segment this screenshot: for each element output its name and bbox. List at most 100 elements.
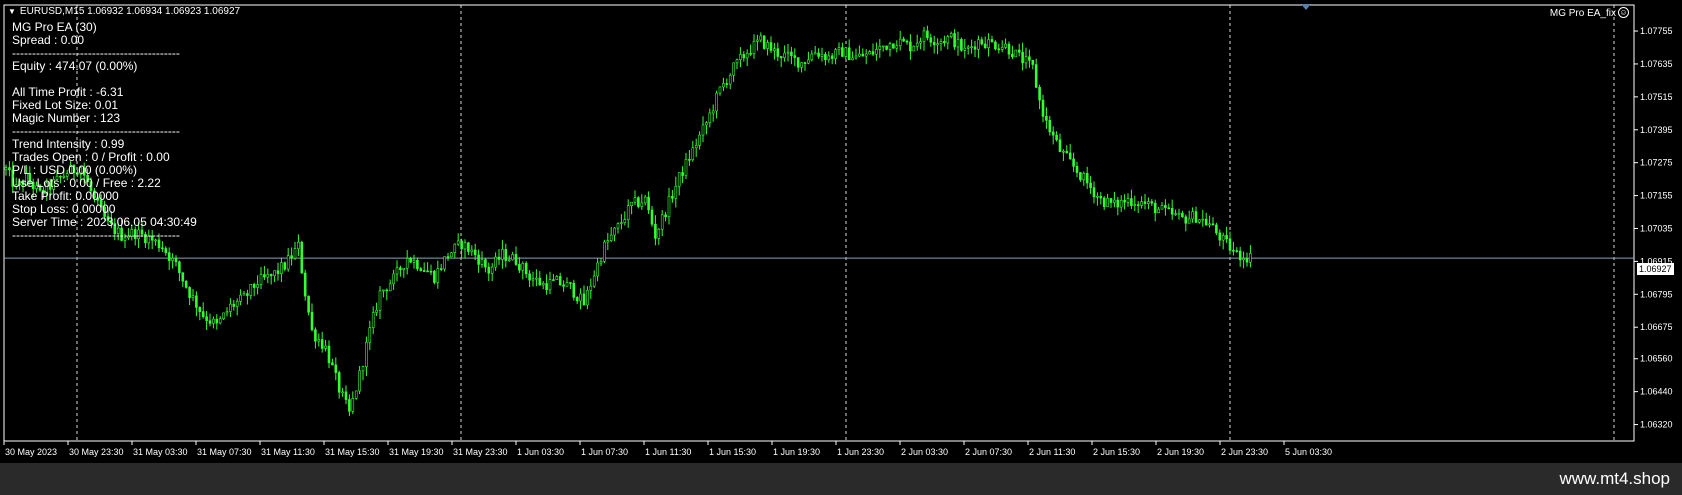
candle-body: [327, 345, 331, 364]
candle-body: [1177, 212, 1181, 215]
candle-body: [331, 362, 334, 366]
candle-body: [354, 390, 358, 399]
candle-body: [888, 43, 892, 50]
candle-body: [895, 45, 899, 49]
candle-body: [246, 293, 249, 296]
candle-body: [497, 256, 501, 260]
candle-body: [732, 62, 735, 76]
collapse-triangle-icon[interactable]: ▼: [8, 7, 16, 16]
candle-body: [178, 261, 181, 273]
candle-body: [762, 35, 766, 49]
candle-body: [705, 122, 708, 126]
candle-body: [283, 262, 287, 270]
candle-body: [919, 41, 922, 44]
candle-body: [276, 270, 280, 274]
candle-body: [824, 54, 827, 61]
candle-body: [1028, 56, 1031, 61]
candle-body: [830, 55, 834, 59]
candle-body: [480, 259, 484, 265]
candle-body: [201, 311, 205, 317]
candle-body: [756, 39, 759, 42]
candle-body: [1092, 187, 1096, 198]
candle-body: [667, 196, 671, 218]
candle-body: [1198, 219, 1201, 223]
candle-body: [963, 47, 967, 51]
price-tick-label: 1.06795: [1640, 289, 1673, 299]
candle-body: [1130, 198, 1133, 206]
candle-body: [1065, 150, 1069, 154]
candle-body: [1187, 218, 1191, 224]
time-tick-label: 1 Jun 11:30: [645, 447, 691, 457]
candle-body: [929, 37, 933, 43]
candle-body: [341, 391, 344, 394]
candle-body: [375, 309, 378, 313]
candle-body: [1211, 223, 1215, 226]
candle-body: [365, 341, 368, 367]
candle-body: [501, 249, 504, 260]
candle-body: [504, 249, 508, 261]
candle-body: [620, 222, 623, 224]
candle-body: [1245, 258, 1249, 263]
candle-body: [378, 290, 382, 311]
candle-body: [348, 399, 351, 412]
candle-body: [422, 270, 426, 272]
candle-body: [1221, 235, 1225, 241]
candle-body: [572, 282, 576, 298]
candle-body: [361, 366, 365, 372]
candle-body: [300, 241, 304, 274]
candle-body: [681, 172, 684, 176]
candle-body: [470, 249, 474, 252]
candle-body: [1072, 158, 1075, 167]
candle-body: [252, 284, 256, 288]
candle-body: [565, 282, 569, 287]
candle-body: [990, 39, 994, 43]
candle-body: [728, 74, 732, 85]
candle-body: [953, 33, 956, 48]
candle-body: [960, 39, 963, 51]
candle-body: [490, 266, 494, 274]
candle-body: [1113, 199, 1116, 203]
candle-body: [739, 54, 742, 60]
candle-body: [1126, 198, 1130, 203]
candle-body: [266, 274, 270, 278]
candle-body: [174, 257, 178, 263]
candle-body: [582, 293, 586, 306]
smiley-icon[interactable]: ☺: [1618, 7, 1629, 18]
candle-body: [310, 311, 314, 331]
candle-body: [820, 54, 824, 57]
time-tick-label: 5 Jun 03:30: [1285, 447, 1332, 457]
candle-body: [779, 56, 783, 59]
candlestick-chart[interactable]: 1.07755 1.07635 1.07515 1.07395 1.07275 1.071…: [0, 0, 1682, 463]
candle-body: [745, 53, 749, 59]
candle-body: [225, 311, 229, 314]
candle-body: [841, 47, 844, 57]
chart-area[interactable]: 1.07755 1.07635 1.07515 1.07395 1.07275 1.071…: [0, 0, 1682, 463]
candle-body: [606, 240, 610, 243]
candle-body: [1160, 205, 1164, 210]
current-price-label: 1.06927: [1637, 263, 1674, 275]
candle-body: [715, 92, 718, 112]
candle-body: [943, 41, 946, 44]
candle-body: [467, 242, 470, 252]
price-tick-label: 1.07035: [1640, 223, 1673, 233]
candle-body: [1143, 201, 1147, 204]
candle-body: [324, 345, 327, 349]
candle-body: [195, 295, 198, 308]
candle-body: [433, 270, 436, 283]
shift-marker-icon[interactable]: [1301, 4, 1311, 10]
time-tick-label: 30 May 2023: [5, 447, 57, 457]
candle-body: [810, 53, 814, 61]
candle-body: [541, 283, 545, 286]
candle-body: [545, 283, 548, 291]
candle-body: [290, 255, 293, 259]
candle-body: [8, 167, 11, 171]
candle-body: [395, 267, 399, 275]
candle-body: [1133, 204, 1137, 206]
candle-body: [218, 318, 222, 324]
candle-body: [212, 318, 215, 324]
candle-body: [1147, 201, 1150, 204]
candle-body: [902, 38, 905, 42]
candle-body: [235, 301, 239, 307]
candle-body: [633, 197, 637, 203]
candle-body: [994, 41, 997, 50]
